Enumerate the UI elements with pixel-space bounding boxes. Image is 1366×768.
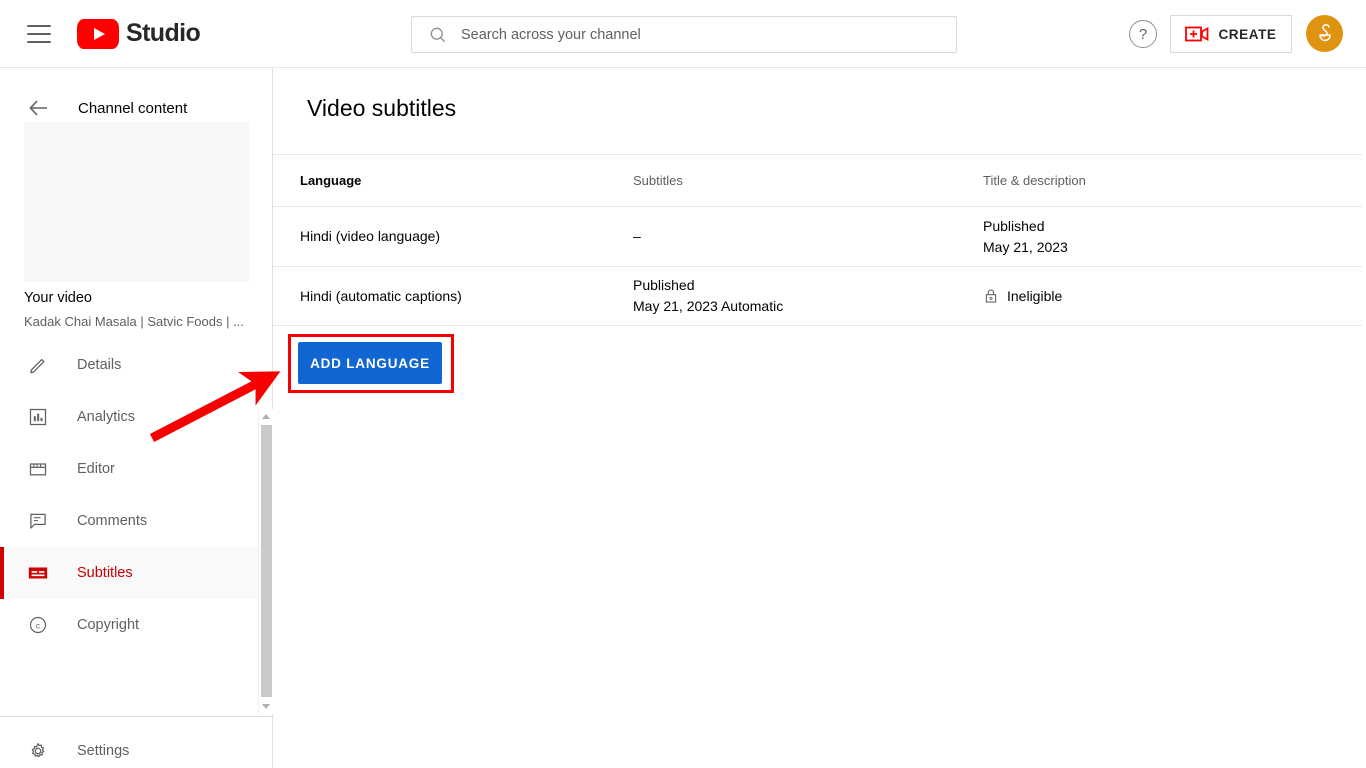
search-bar[interactable] bbox=[411, 16, 957, 53]
svg-text:c: c bbox=[36, 620, 40, 630]
sidebar-item-label: Comments bbox=[77, 513, 147, 529]
top-header: Studio ? CREATE bbox=[0, 0, 1366, 68]
row-language: Hindi (automatic captions) bbox=[300, 288, 462, 304]
scroll-down-arrow-icon[interactable] bbox=[262, 704, 270, 709]
status-badge: Ineligible bbox=[983, 288, 1335, 304]
add-language-button[interactable]: ADD LANGUAGE bbox=[298, 342, 442, 384]
row-title-date: May 21, 2023 bbox=[983, 237, 1335, 258]
column-header-language: Language bbox=[300, 173, 361, 188]
row-language: Hindi (video language) bbox=[300, 228, 440, 244]
sidebar-item-comments[interactable]: Comments bbox=[0, 495, 272, 547]
row-title-status: Published bbox=[983, 216, 1335, 237]
sidebar-item-label: Copyright bbox=[77, 617, 139, 633]
left-sidebar: Channel content Your video Kadak Chai Ma… bbox=[0, 68, 273, 768]
sidebar-item-label: Details bbox=[77, 357, 121, 373]
subtitles-table: Language Subtitles Title & description H… bbox=[273, 154, 1362, 326]
subtitles-icon bbox=[26, 561, 50, 585]
status-badge-label: Ineligible bbox=[1007, 288, 1062, 304]
sidebar-nav: Details Analytics bbox=[0, 339, 272, 651]
sidebar-item-editor[interactable]: Editor bbox=[0, 443, 272, 495]
sidebar-item-label: Editor bbox=[77, 461, 115, 477]
video-meta: Your video Kadak Chai Masala | Satvic Fo… bbox=[24, 290, 256, 329]
page-title: Video subtitles bbox=[307, 95, 456, 122]
sidebar-item-analytics[interactable]: Analytics bbox=[0, 391, 272, 443]
table-row[interactable]: Hindi (video language) – Published May 2… bbox=[273, 206, 1362, 266]
video-thumbnail-placeholder bbox=[24, 122, 249, 282]
column-header-subtitles: Subtitles bbox=[633, 173, 683, 188]
sidebar-item-details[interactable]: Details bbox=[0, 339, 272, 391]
video-title: Kadak Chai Masala | Satvic Foods | ... bbox=[24, 314, 256, 329]
lock-icon bbox=[983, 288, 999, 304]
comment-icon bbox=[26, 509, 50, 533]
create-button-label: CREATE bbox=[1218, 27, 1276, 42]
your-video-label: Your video bbox=[24, 290, 256, 306]
video-plus-icon bbox=[1185, 25, 1209, 43]
sidebar-item-label: Subtitles bbox=[77, 565, 133, 581]
search-icon bbox=[428, 25, 448, 45]
table-header-row: Language Subtitles Title & description bbox=[273, 154, 1362, 206]
clapperboard-icon bbox=[26, 457, 50, 481]
scrollbar-thumb[interactable] bbox=[261, 425, 272, 697]
sidebar-item-subtitles[interactable]: Subtitles bbox=[0, 547, 272, 599]
avatar-logo-icon bbox=[1311, 20, 1339, 48]
scroll-up-arrow-icon[interactable] bbox=[262, 414, 270, 419]
studio-brand-logo[interactable]: Studio bbox=[77, 19, 200, 49]
create-button[interactable]: CREATE bbox=[1170, 15, 1292, 53]
gear-icon bbox=[26, 739, 50, 763]
bar-chart-icon bbox=[26, 405, 50, 429]
youtube-logo-icon bbox=[77, 19, 119, 49]
sidebar-item-copyright[interactable]: c Copyright bbox=[0, 599, 272, 651]
youtube-studio-window: Studio ? CREATE bbox=[0, 0, 1366, 768]
sidebar-bottom-nav: Settings Send feedback bbox=[0, 725, 272, 768]
column-header-title-description: Title & description bbox=[983, 173, 1086, 188]
table-row[interactable]: Hindi (automatic captions) Published May… bbox=[273, 266, 1362, 326]
brand-label: Studio bbox=[126, 19, 200, 48]
sidebar-item-settings[interactable]: Settings bbox=[0, 725, 272, 768]
sidebar-item-label: Settings bbox=[77, 743, 129, 759]
row-subtitles-status: Published bbox=[633, 275, 983, 296]
copyright-icon: c bbox=[26, 613, 50, 637]
help-label: ? bbox=[1139, 26, 1147, 43]
back-label: Channel content bbox=[78, 100, 187, 117]
help-question-icon[interactable]: ? bbox=[1129, 20, 1157, 48]
back-arrow-icon bbox=[27, 96, 51, 120]
pencil-icon bbox=[26, 353, 50, 377]
row-subtitles-status: – bbox=[633, 228, 641, 244]
sidebar-divider bbox=[0, 716, 272, 717]
channel-avatar[interactable] bbox=[1306, 15, 1343, 52]
search-input[interactable] bbox=[461, 27, 921, 43]
hamburger-menu-icon[interactable] bbox=[27, 25, 51, 43]
row-subtitles-date: May 21, 2023 Automatic bbox=[633, 296, 983, 317]
main-content: Video subtitles Language Subtitles Title… bbox=[273, 68, 1366, 768]
sidebar-item-label: Analytics bbox=[77, 409, 135, 425]
sidebar-scrollbar[interactable] bbox=[258, 409, 273, 714]
